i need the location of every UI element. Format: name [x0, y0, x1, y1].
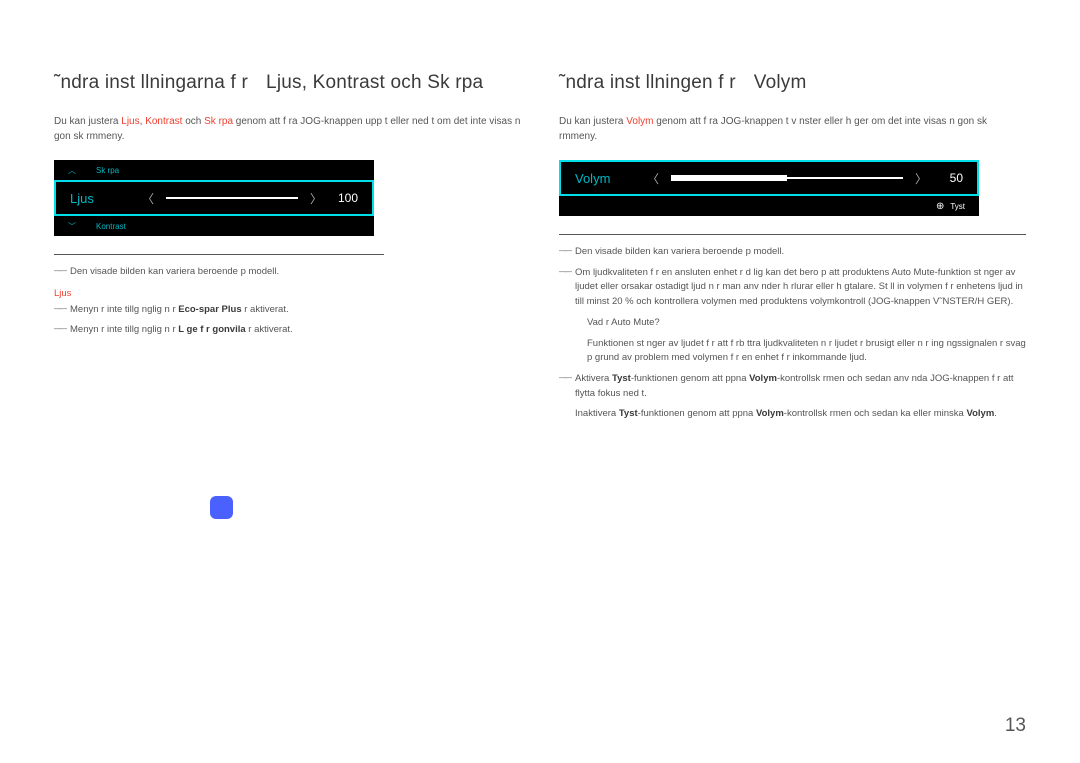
separator [54, 254, 384, 255]
para-deactivate-mute: Inaktivera Tyst-funktionen genom att ppn… [559, 407, 1026, 422]
osd-bottom-row: ﹀ Kontrast [54, 216, 374, 236]
jog-down-icon: ⊕ [936, 201, 944, 212]
osd-top-label: Sk rpa [96, 166, 119, 175]
chevron-right-icon: 〉 [915, 170, 927, 187]
osd-main-row: Ljus 〈 〉 100 [54, 180, 374, 216]
osd-volume: Volym 〈 〉 50 ⊕ Tyst [559, 160, 979, 216]
decorative-square [210, 496, 233, 519]
chevron-left-icon: 〈 [647, 170, 659, 187]
slider-icon [671, 177, 903, 179]
heading-right-b: Volym [754, 72, 807, 93]
osd-vol-sub-label: Tyst [950, 202, 965, 211]
heading-right: ˜ndra inst llningen f r Volym [559, 72, 1026, 94]
osd-vol-label: Volym [575, 171, 641, 186]
right-column: ˜ndra inst llningen f r Volym Du kan just… [559, 72, 1026, 428]
slider-icon [166, 197, 298, 199]
ljus-label: Ljus [54, 288, 521, 299]
osd-vol-value: 50 [933, 171, 963, 185]
automute-a: Funktionen st nger av ljudet f r att f r… [559, 337, 1026, 366]
osd-vol-sub: ⊕ Tyst [559, 196, 979, 216]
note-model-left: Den visade bilden kan variera beroende p… [54, 265, 521, 280]
left-column: ˜ndra inst llningarna f r Ljus, Kontrast … [54, 72, 521, 428]
osd-vol-main: Volym 〈 〉 50 [559, 160, 979, 196]
chevron-up-icon: ︿ [68, 165, 76, 176]
heading-left-b: Ljus, Kontrast och Sk rpa [266, 72, 483, 93]
note-model-right: Den visade bilden kan variera beroende p… [559, 245, 1026, 260]
para-activate-mute: Aktivera Tyst-funktionen genom att ppna … [559, 372, 1026, 401]
heading-right-a: ˜ndra inst llningen f r [559, 72, 736, 93]
chevron-down-icon: ﹀ [68, 221, 76, 232]
chevron-left-icon: 〈 [142, 190, 154, 207]
osd-main-label: Ljus [70, 191, 136, 206]
osd-main-value: 100 [328, 191, 358, 205]
automute-q: Vad r Auto Mute? [559, 316, 1026, 331]
bullet-eco: Menyn r inte tillg nglig n r Eco-spar Pl… [54, 303, 521, 318]
bullet-eye: Menyn r inte tillg nglig n r L ge f r go… [54, 323, 521, 338]
intro-left: Du kan justera Ljus, Kontrast och Sk rpa… [54, 114, 521, 144]
osd-top-row: ︿ Sk rpa [54, 160, 374, 180]
para-automute: Om ljudkvaliteten f r en ansluten enhet … [559, 266, 1026, 310]
page-number: 13 [1005, 715, 1026, 737]
separator [559, 234, 1026, 235]
chevron-right-icon: 〉 [310, 190, 322, 207]
osd-bottom-label: Kontrast [96, 222, 126, 231]
intro-right: Du kan justera Volym genom att f ra JOG-… [559, 114, 1026, 144]
heading-left: ˜ndra inst llningarna f r Ljus, Kontrast … [54, 72, 521, 94]
heading-left-a: ˜ndra inst llningarna f r [54, 72, 248, 93]
osd-brightness: ︿ Sk rpa Ljus 〈 〉 100 ﹀ Kontrast [54, 160, 374, 236]
